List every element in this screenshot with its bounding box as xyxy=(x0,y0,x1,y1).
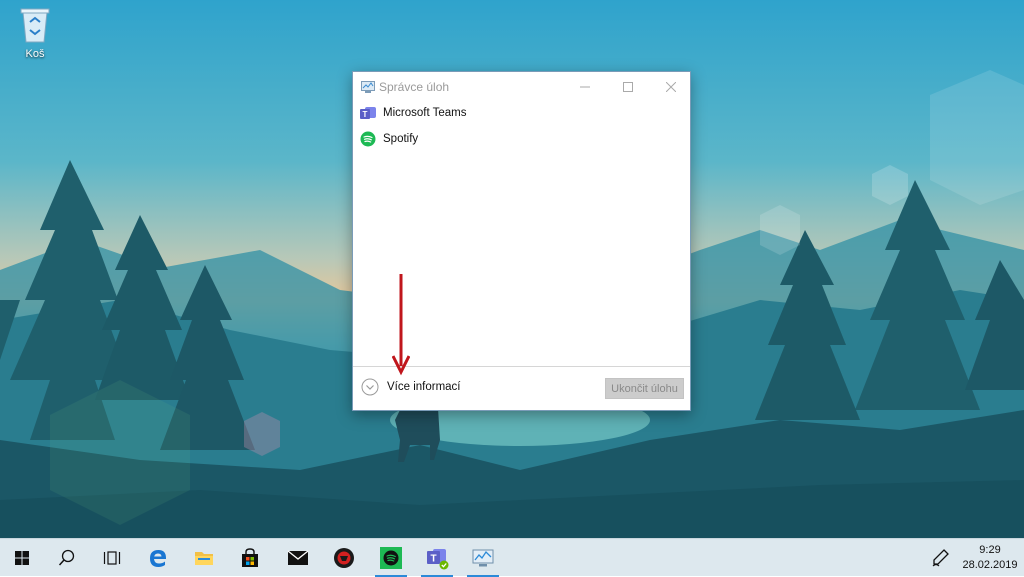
system-clock[interactable]: 9:29 28.02.2019 xyxy=(958,543,1022,573)
spotify-icon xyxy=(380,547,402,569)
recycle-bin-icon xyxy=(20,8,50,43)
game-app-button[interactable] xyxy=(324,539,364,577)
chevron-down-circle-icon xyxy=(361,378,379,396)
start-icon xyxy=(15,551,29,565)
teams-icon: T xyxy=(360,105,376,121)
start-button[interactable] xyxy=(2,539,42,577)
app-name: Spotify xyxy=(383,133,419,145)
close-button[interactable] xyxy=(651,72,691,102)
minimize-button[interactable] xyxy=(565,72,605,102)
store-icon xyxy=(242,548,258,567)
svg-text:T: T xyxy=(363,110,368,119)
pen-workspace-button[interactable] xyxy=(920,539,960,577)
store-button[interactable] xyxy=(230,539,270,577)
spotify-taskbar-button[interactable] xyxy=(371,539,411,577)
annotation-arrow xyxy=(392,274,410,376)
pen-icon xyxy=(932,549,949,567)
task-manager-icon xyxy=(472,549,494,567)
teams-icon: T xyxy=(427,549,449,570)
end-task-button[interactable]: Ukončit úlohu xyxy=(605,378,684,399)
maximize-button[interactable] xyxy=(608,72,648,102)
search-button[interactable] xyxy=(47,539,87,577)
game-app-icon xyxy=(334,548,354,568)
desktop-icon-recycle-bin[interactable]: Koš xyxy=(10,4,60,60)
more-details-button[interactable]: Více informací xyxy=(361,378,461,396)
task-view-button[interactable] xyxy=(92,539,132,577)
maximize-icon xyxy=(623,82,633,92)
file-explorer-icon xyxy=(195,552,213,565)
more-details-label: Více informací xyxy=(387,381,461,393)
minimize-icon xyxy=(580,86,590,88)
recycle-bin-label: Koš xyxy=(25,48,45,60)
svg-text:T: T xyxy=(430,554,436,565)
spotify-icon xyxy=(360,131,376,147)
task-manager-taskbar-button[interactable] xyxy=(463,539,503,577)
edge-icon xyxy=(150,550,166,567)
teams-taskbar-button[interactable]: T xyxy=(417,539,457,577)
app-row-spotify[interactable]: Spotify xyxy=(359,128,679,150)
window-title: Správce úloh xyxy=(379,80,450,94)
task-manager-title-icon xyxy=(361,80,375,98)
task-view-icon xyxy=(103,551,121,565)
search-icon xyxy=(58,549,75,566)
file-explorer-button[interactable] xyxy=(184,539,224,577)
taskbar: T 9:29 28.02.2019 xyxy=(0,538,1024,577)
mail-button[interactable] xyxy=(278,539,318,577)
clock-date: 28.02.2019 xyxy=(962,559,1018,571)
app-name: Microsoft Teams xyxy=(383,107,467,119)
app-row-teams[interactable]: T Microsoft Teams xyxy=(359,102,679,124)
edge-button[interactable] xyxy=(138,539,178,577)
close-icon xyxy=(666,82,676,92)
clock-time: 9:29 xyxy=(979,544,1001,556)
mail-icon xyxy=(287,550,309,565)
title-bar[interactable]: Správce úloh xyxy=(353,72,690,102)
